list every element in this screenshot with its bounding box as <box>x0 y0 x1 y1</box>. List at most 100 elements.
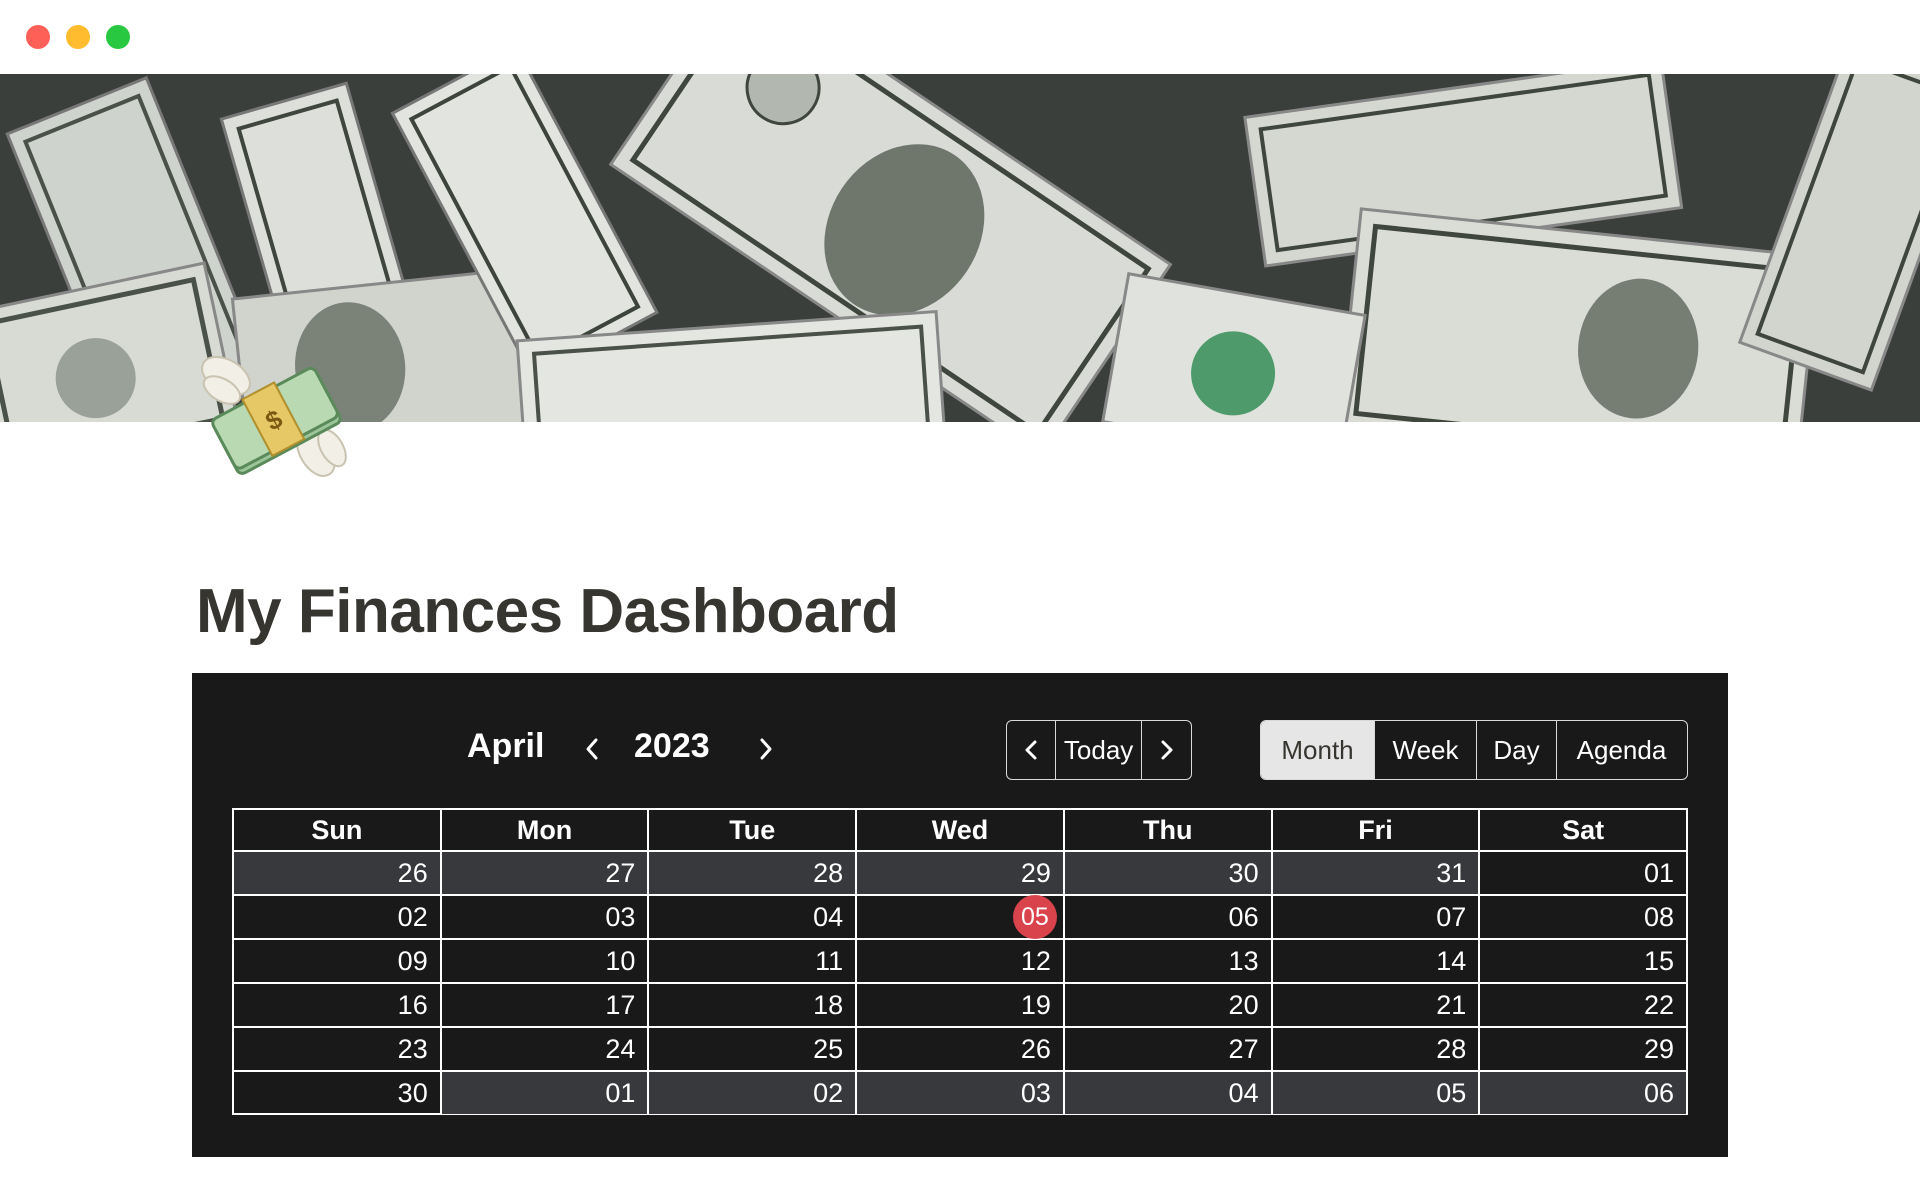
day-cell[interactable]: 03 <box>442 896 650 938</box>
day-cell[interactable]: 02 <box>234 896 442 938</box>
day-number: 19 <box>1020 990 1051 1020</box>
day-cell[interactable]: 11 <box>649 940 858 982</box>
next-year-chevron-icon[interactable] <box>756 737 776 761</box>
day-cell[interactable]: 20 <box>1065 984 1273 1026</box>
week-row: 26 27 28 29 30 31 01 <box>234 850 1686 894</box>
day-number: 20 <box>1228 990 1259 1020</box>
date-navigation-group: Today <box>1006 720 1192 780</box>
view-agenda-button[interactable]: Agenda <box>1557 721 1686 779</box>
day-cell[interactable]: 08 <box>1480 896 1686 938</box>
day-cell[interactable]: 04 <box>649 896 858 938</box>
day-number: 01 <box>605 1078 636 1108</box>
today-date-badge: 05 <box>1012 895 1057 939</box>
money-with-wings-icon[interactable]: $ <box>196 340 356 490</box>
day-cell[interactable]: 02 <box>649 1072 858 1114</box>
week-row: 16 17 18 19 20 21 22 <box>234 982 1686 1026</box>
day-number: 12 <box>1020 946 1051 976</box>
day-number: 07 <box>1436 902 1467 932</box>
day-cell[interactable]: 30 <box>234 1072 442 1114</box>
weekday-label: Thu <box>1065 810 1273 850</box>
day-number: 04 <box>1228 1078 1259 1108</box>
weekday-label: Mon <box>442 810 650 850</box>
day-number: 22 <box>1643 990 1675 1020</box>
maximize-window-button[interactable] <box>106 25 130 49</box>
day-cell[interactable]: 23 <box>234 1028 442 1070</box>
day-cell[interactable]: 16 <box>234 984 442 1026</box>
day-number: 03 <box>1020 1078 1051 1108</box>
day-cell[interactable]: 24 <box>442 1028 650 1070</box>
day-number: 30 <box>1228 858 1259 888</box>
weekday-label: Tue <box>649 810 858 850</box>
week-row: 02 03 04 05 06 07 08 <box>234 894 1686 939</box>
day-cell[interactable]: 27 <box>441 852 650 894</box>
day-cell[interactable]: 04 <box>1064 1072 1273 1114</box>
day-cell[interactable]: 29 <box>1480 1028 1686 1070</box>
weekday-label: Fri <box>1273 810 1481 850</box>
day-number: 06 <box>1228 902 1259 932</box>
day-number: 21 <box>1436 990 1467 1020</box>
day-cell[interactable]: 03 <box>857 1072 1065 1114</box>
day-cell[interactable]: 18 <box>649 984 858 1026</box>
day-cell[interactable]: 17 <box>442 984 650 1026</box>
day-cell[interactable]: 28 <box>1273 1028 1481 1070</box>
page-title: My Finances Dashboard <box>196 577 899 646</box>
minimize-window-button[interactable] <box>66 25 90 49</box>
weekday-header: Sun Mon Tue Wed Thu Fri Sat <box>234 810 1686 850</box>
day-number: 30 <box>397 1078 428 1108</box>
day-cell[interactable]: 06 <box>1065 896 1273 938</box>
day-cell[interactable]: 15 <box>1480 940 1686 982</box>
previous-month-button[interactable] <box>1007 721 1056 779</box>
day-cell[interactable]: 13 <box>1065 940 1273 982</box>
close-window-button[interactable] <box>26 25 50 49</box>
day-number: 27 <box>605 858 636 888</box>
day-number: 29 <box>1020 858 1051 888</box>
day-number: 11 <box>815 946 844 976</box>
day-cell[interactable]: 28 <box>649 852 858 894</box>
weekday-label: Sat <box>1562 815 1605 845</box>
today-button[interactable]: Today <box>1056 721 1143 779</box>
day-cell[interactable]: 10 <box>442 940 650 982</box>
day-cell[interactable]: 30 <box>1064 852 1273 894</box>
day-number: 03 <box>605 902 636 932</box>
day-number: 15 <box>1643 946 1675 976</box>
day-cell[interactable]: 14 <box>1273 940 1481 982</box>
view-day-button[interactable]: Day <box>1477 721 1557 779</box>
week-row: 23 24 25 26 27 28 29 <box>234 1026 1686 1070</box>
day-cell[interactable]: 21 <box>1273 984 1481 1026</box>
view-week-button[interactable]: Week <box>1375 721 1477 779</box>
day-number: 24 <box>605 1034 636 1064</box>
day-cell[interactable]: 12 <box>857 940 1065 982</box>
day-number: 04 <box>813 902 844 932</box>
day-number: 25 <box>813 1034 844 1064</box>
day-cell[interactable]: 26 <box>857 1028 1065 1070</box>
window-title-bar <box>0 0 1920 74</box>
view-month-button[interactable]: Month <box>1261 721 1375 779</box>
day-cell[interactable]: 19 <box>857 984 1065 1026</box>
day-cell[interactable]: 09 <box>234 940 442 982</box>
day-cell[interactable]: 25 <box>649 1028 858 1070</box>
day-cell[interactable]: 29 <box>857 852 1065 894</box>
day-number: 14 <box>1436 946 1467 976</box>
view-switcher: Month Week Day Agenda <box>1260 720 1688 780</box>
day-cell[interactable]: 07 <box>1273 896 1481 938</box>
calendar-widget: April 2023 Today Month Week Day Agenda S… <box>192 673 1728 1157</box>
day-number: 27 <box>1228 1034 1259 1064</box>
next-month-button[interactable] <box>1142 721 1191 779</box>
day-cell[interactable]: 31 <box>1272 852 1481 894</box>
day-cell[interactable]: 01 <box>441 1072 650 1114</box>
week-row: 09 10 11 12 13 14 15 <box>234 938 1686 982</box>
day-cell[interactable]: 22 <box>1480 984 1686 1026</box>
day-number: 06 <box>1643 1078 1675 1108</box>
day-cell-today[interactable]: 05 <box>857 895 1065 939</box>
day-number: 31 <box>1436 858 1467 888</box>
day-cell[interactable]: 01 <box>1480 852 1686 894</box>
day-number: 26 <box>397 858 428 888</box>
day-cell[interactable]: 06 <box>1480 1072 1687 1114</box>
day-cell[interactable]: 27 <box>1065 1028 1273 1070</box>
day-number: 01 <box>1643 858 1675 888</box>
previous-year-chevron-icon[interactable] <box>582 737 602 761</box>
day-cell[interactable]: 05 <box>1272 1072 1481 1114</box>
day-number: 26 <box>1020 1034 1051 1064</box>
chevron-right-icon <box>1161 740 1173 760</box>
day-cell[interactable]: 26 <box>234 852 442 894</box>
